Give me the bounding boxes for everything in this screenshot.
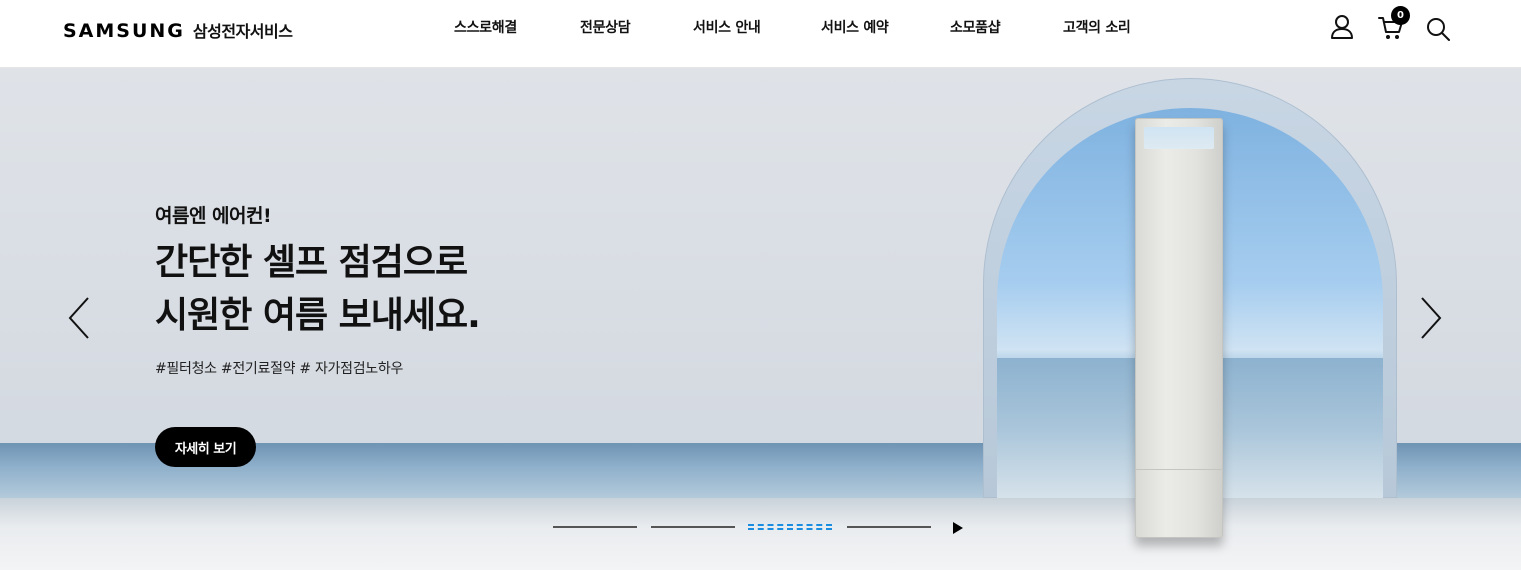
- pager-bar-1[interactable]: [553, 526, 637, 528]
- nav-item-parts-shop[interactable]: 소모품샵: [950, 17, 1001, 37]
- samsung-wordmark: SAMSUNG: [63, 20, 185, 42]
- play-icon[interactable]: [952, 520, 964, 539]
- hero-title-line-1: 간단한 셀프 점검으로: [155, 242, 468, 283]
- search-icon[interactable]: [1426, 17, 1450, 41]
- user-icon[interactable]: [1330, 14, 1354, 40]
- next-slide-arrow-icon[interactable]: [1420, 296, 1442, 344]
- nav-item-service-booking[interactable]: 서비스 예약: [821, 17, 889, 37]
- hero-title: 간단한 셀프 점검으로 시원한 여름 보내세요.: [155, 236, 481, 342]
- hero-hashtags: #필터청소 #전기료절약 # 자가점검노하우: [155, 361, 404, 377]
- hero-subtitle: 여름엔 에어컨!: [155, 205, 272, 227]
- pager-bar-3-active[interactable]: [748, 524, 832, 530]
- cart-count-badge: 0: [1391, 6, 1410, 25]
- aircon-seam: [1136, 469, 1222, 470]
- brand-logo[interactable]: SAMSUNG 삼성전자서비스: [63, 18, 293, 42]
- aircon-vent: [1144, 127, 1214, 149]
- prev-slide-arrow-icon[interactable]: [68, 296, 90, 344]
- nav-item-self-solve[interactable]: 스스로해결: [454, 17, 517, 37]
- nav-item-customer-voice[interactable]: 고객의 소리: [1063, 17, 1131, 37]
- hero-title-line-2: 시원한 여름 보내세요.: [155, 295, 481, 336]
- air-conditioner-image: [1135, 118, 1223, 538]
- view-details-button[interactable]: 자세히 보기: [155, 427, 256, 467]
- nav-item-service-info[interactable]: 서비스 안내: [693, 17, 761, 37]
- hero-banner: 여름엔 에어컨! 간단한 셀프 점검으로 시원한 여름 보내세요. #필터청소 …: [0, 68, 1521, 570]
- pager-bar-2[interactable]: [651, 526, 735, 528]
- site-header: SAMSUNG 삼성전자서비스 스스로해결 전문상담 서비스 안내 서비스 예약…: [0, 0, 1521, 68]
- pager-bar-4[interactable]: [847, 526, 931, 528]
- nav-item-consult[interactable]: 전문상담: [580, 17, 631, 37]
- hero-floor-background: [0, 498, 1521, 570]
- brand-service-name: 삼성전자서비스: [192, 22, 293, 41]
